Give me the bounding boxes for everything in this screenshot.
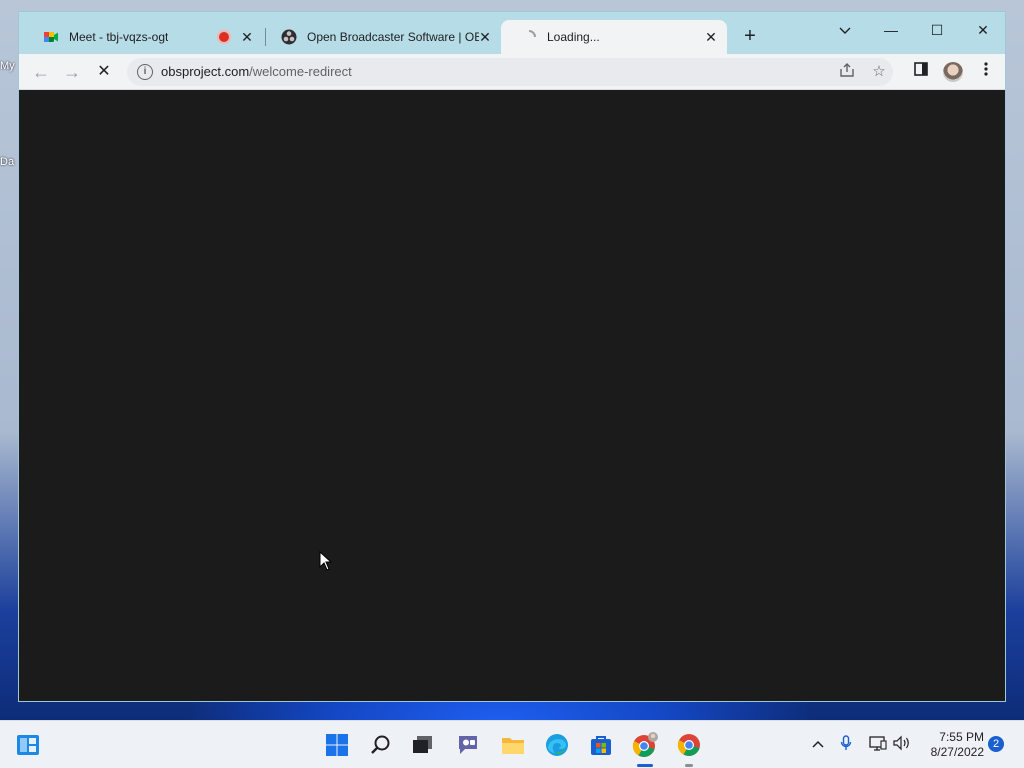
start-button[interactable] xyxy=(323,731,351,759)
notification-badge[interactable]: 2 xyxy=(988,736,1004,752)
close-tab-icon[interactable]: ✕ xyxy=(703,29,719,45)
tab-strip: Meet - tbj-vqzs-ogt ✕ Open Broadcaster S… xyxy=(19,12,1005,54)
task-view-button[interactable] xyxy=(409,731,437,759)
recording-indicator-icon xyxy=(219,32,229,42)
tab-meet[interactable]: Meet - tbj-vqzs-ogt ✕ xyxy=(23,20,263,54)
side-panel-icon xyxy=(914,62,928,76)
side-panel-button[interactable] xyxy=(909,60,933,84)
edge-button[interactable] xyxy=(543,731,571,759)
stop-loading-button[interactable]: ✕ xyxy=(92,60,116,84)
new-tab-button[interactable]: + xyxy=(739,25,761,47)
edge-icon xyxy=(546,734,568,756)
clock-time: 7:55 PM xyxy=(939,730,984,744)
url-domain: obsproject.com xyxy=(161,64,250,79)
site-info-icon[interactable]: i xyxy=(137,64,153,80)
microphone-button[interactable] xyxy=(836,735,856,754)
file-explorer-icon xyxy=(502,738,524,754)
clock[interactable]: 7:55 PM 8/27/2022 xyxy=(920,730,984,760)
forward-button[interactable]: → xyxy=(60,60,84,84)
chrome-profile-button[interactable] xyxy=(631,731,659,759)
tab-search-button[interactable] xyxy=(822,16,868,44)
page-content[interactable] xyxy=(19,90,1005,701)
chevron-up-icon xyxy=(812,740,824,748)
store-button[interactable] xyxy=(587,731,615,759)
minimize-button[interactable]: — xyxy=(868,16,914,44)
chevron-down-icon xyxy=(839,27,851,34)
tab-title: Meet - tbj-vqzs-ogt xyxy=(69,30,169,44)
search-button[interactable] xyxy=(367,731,395,759)
store-icon xyxy=(591,736,611,755)
running-app-indicator xyxy=(685,764,693,767)
volume-button[interactable] xyxy=(892,735,912,754)
tab-obs[interactable]: Open Broadcaster Software | OBS ✕ xyxy=(261,20,501,54)
teams-chat-button[interactable] xyxy=(454,731,482,759)
url-text[interactable]: obsproject.com/welcome-redirect xyxy=(161,58,352,86)
tab-title: Open Broadcaster Software | OBS xyxy=(307,30,479,44)
start-icon xyxy=(326,734,348,756)
bookmark-star-icon[interactable]: ☆ xyxy=(869,62,889,82)
network-button[interactable] xyxy=(868,735,888,754)
obs-icon xyxy=(281,29,297,45)
clock-date: 8/27/2022 xyxy=(930,745,984,759)
back-button[interactable]: ← xyxy=(29,60,53,84)
close-tab-icon[interactable]: ✕ xyxy=(239,29,255,45)
file-explorer-button[interactable] xyxy=(499,731,527,759)
network-icon xyxy=(869,736,887,751)
taskbar: 7:55 PM 8/27/2022 xyxy=(0,720,1024,768)
close-window-button[interactable]: ✕ xyxy=(960,16,1005,44)
chrome-icon xyxy=(677,734,700,756)
tab-loading[interactable]: Loading... ✕ xyxy=(501,20,727,54)
microphone-icon xyxy=(840,735,852,750)
desktop-icon-label-2[interactable]: Da xyxy=(0,156,14,168)
more-vert-icon xyxy=(984,62,988,76)
chrome-button[interactable] xyxy=(675,731,703,759)
browser-toolbar: ← → ✕ i obsproject.com/welcome-redirect … xyxy=(19,54,1005,90)
chrome-menu-button[interactable] xyxy=(974,60,998,84)
widgets-button[interactable] xyxy=(14,731,42,759)
search-icon xyxy=(371,735,390,754)
task-view-icon xyxy=(413,736,432,753)
address-bar[interactable]: i obsproject.com/welcome-redirect ☆ xyxy=(127,58,893,86)
maximize-button[interactable]: ☐ xyxy=(914,16,960,44)
profile-avatar[interactable] xyxy=(943,62,963,82)
share-icon[interactable] xyxy=(837,62,857,82)
url-path: /welcome-redirect xyxy=(249,64,352,79)
tab-title: Loading... xyxy=(547,30,600,44)
teams-chat-icon xyxy=(459,736,477,754)
active-app-indicator xyxy=(637,764,653,767)
show-hidden-icons-button[interactable] xyxy=(808,735,828,751)
close-tab-icon[interactable]: ✕ xyxy=(477,29,493,45)
loading-icon xyxy=(521,29,537,45)
mouse-cursor-icon xyxy=(319,551,333,571)
widgets-icon xyxy=(17,735,39,755)
volume-icon xyxy=(893,735,909,751)
chrome-window: Meet - tbj-vqzs-ogt ✕ Open Broadcaster S… xyxy=(18,11,1006,702)
desktop-icon-label-1[interactable]: My xyxy=(0,60,15,72)
chrome-profile-icon xyxy=(632,732,658,757)
google-meet-icon xyxy=(43,29,59,45)
